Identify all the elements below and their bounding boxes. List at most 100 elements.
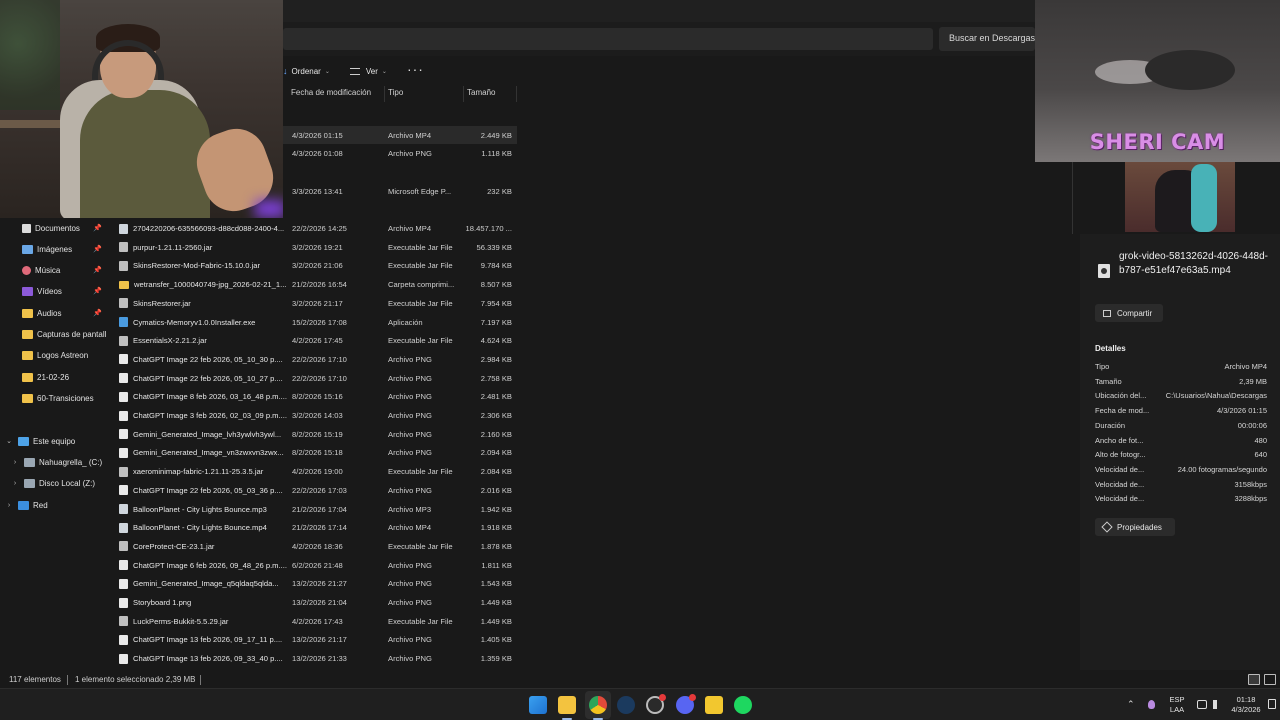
file-row[interactable]: LuckPerms-Bukkit-5.5.29.jar 4/2/2026 17:4… bbox=[115, 612, 517, 630]
address-row: Buscar en Descargas bbox=[283, 22, 1035, 56]
column-size[interactable]: Tamaño bbox=[467, 88, 495, 97]
file-row[interactable]: BalloonPlanet - City Lights Bounce.mp3 21… bbox=[115, 500, 517, 518]
sidebar-item-this-pc[interactable]: ⌄ Este equipo bbox=[4, 432, 114, 450]
sidebar-item-label: Disco Local (Z:) bbox=[39, 478, 96, 488]
chevron-down-icon[interactable]: ⌄ bbox=[4, 437, 14, 445]
search-input[interactable]: Buscar en Descargas bbox=[939, 27, 1035, 51]
chevron-up-icon[interactable]: ⌃ bbox=[1127, 699, 1135, 709]
file-size: 2.481 KB bbox=[480, 392, 512, 402]
item-count: 117 elementos bbox=[9, 675, 61, 684]
chevron-right-icon[interactable]: › bbox=[4, 502, 14, 509]
sidebar-item-network[interactable]: › Red bbox=[4, 496, 114, 514]
file-name: BalloonPlanet - City Lights Bounce.mp3 bbox=[133, 504, 267, 514]
file-date: 22/2/2026 17:03 bbox=[292, 485, 347, 495]
column-type[interactable]: Tipo bbox=[388, 88, 403, 97]
file-size: 1.918 KB bbox=[480, 523, 512, 533]
file-name: purpur-1.21.11-2560.jar bbox=[133, 242, 213, 252]
file-row[interactable]: Cymatics-Memoryv1.0.0Installer.exe 15/2/2… bbox=[115, 313, 517, 331]
file-row[interactable]: Gemini_Generated_Image_vn3zwxvn3zwx... 8/… bbox=[115, 444, 517, 462]
sidebar-item-drive-z[interactable]: › Disco Local (Z:) bbox=[10, 474, 120, 492]
chevron-right-icon[interactable]: › bbox=[10, 459, 20, 466]
computer-icon bbox=[18, 436, 29, 446]
file-row[interactable]: xaerominimap-fabric-1.21.11-25.3.5.jar 4/… bbox=[115, 463, 517, 481]
file-row[interactable]: ChatGPT Image 13 feb 2026, 09_17_11 p...… bbox=[115, 631, 517, 649]
cam-figure bbox=[1191, 164, 1217, 232]
file-row[interactable]: ChatGPT Image 8 feb 2026, 03_16_48 p.m..… bbox=[115, 388, 517, 406]
microphone-icon[interactable] bbox=[1148, 700, 1155, 709]
share-button[interactable]: Compartir bbox=[1095, 304, 1163, 322]
file-size: 1.543 KB bbox=[480, 579, 512, 589]
file-name-cell: SkinsRestorer-Mod-Fabric-15.10.0.jar bbox=[119, 260, 287, 271]
properties-button[interactable]: Propiedades bbox=[1095, 518, 1175, 536]
file-size: 1.878 KB bbox=[480, 541, 512, 551]
file-row[interactable]: Gemini_Generated_Image_q5qldaq5qlda... 13… bbox=[115, 575, 517, 593]
file-row[interactable]: SkinsRestorer-Mod-Fabric-15.10.0.jar 3/2/… bbox=[115, 257, 517, 275]
sort-button[interactable]: ↓ Ordenar ⌄ bbox=[283, 66, 330, 76]
file-row[interactable]: wetransfer_1000040749-jpg_2026-02-21_1..… bbox=[115, 276, 517, 294]
pin-icon: 📌 bbox=[93, 246, 102, 253]
file-row[interactable]: ChatGPT Image 13 feb 2026, 09_33_40 p...… bbox=[115, 650, 517, 668]
column-divider[interactable] bbox=[384, 86, 385, 102]
clock[interactable]: 01:18 4/3/2026 bbox=[1230, 695, 1262, 715]
jar-file-icon bbox=[119, 541, 128, 552]
file-row[interactable]: ChatGPT Image 22 feb 2026, 05_10_30 p...… bbox=[115, 350, 517, 368]
folder-icon bbox=[22, 308, 33, 318]
network-icon[interactable] bbox=[1197, 700, 1207, 709]
column-date[interactable]: Fecha de modificación bbox=[291, 88, 371, 97]
sidebar-item-drive-c[interactable]: › Nahuagrella_ (C:) bbox=[10, 453, 120, 471]
file-row[interactable]: CoreProtect-CE-23.1.jar 4/2/2026 18:36 Exe… bbox=[115, 537, 517, 555]
file-name-cell: BalloonPlanet - City Lights Bounce.mp4 bbox=[119, 522, 287, 533]
notification-badge bbox=[659, 694, 666, 701]
file-row[interactable]: Storyboard 1.png 13/2/2026 21:04 Archivo P… bbox=[115, 594, 517, 612]
more-options-button[interactable]: ··· bbox=[407, 62, 424, 76]
file-name: ChatGPT Image 22 feb 2026, 05_10_27 p...… bbox=[133, 373, 283, 383]
file-name: SkinsRestorer-Mod-Fabric-15.10.0.jar bbox=[133, 261, 261, 271]
second-cam-overlay: SHERI CAM bbox=[1035, 0, 1280, 162]
png-file-icon bbox=[119, 391, 128, 402]
view-button[interactable]: Ver ⌄ bbox=[349, 66, 387, 76]
details-row: Tipo Archivo MP4 bbox=[1095, 362, 1267, 376]
file-row[interactable]: EssentialsX-2.21.2.jar 4/2/2026 17:45 Exec… bbox=[115, 332, 517, 350]
pin-icon: 📌 bbox=[93, 267, 102, 274]
app-icon[interactable] bbox=[705, 696, 723, 714]
file-date: 22/2/2026 14:25 bbox=[292, 224, 347, 233]
details-value: 480 bbox=[1254, 435, 1267, 445]
column-divider[interactable] bbox=[516, 86, 517, 102]
file-row[interactable]: ChatGPT Image 6 feb 2026, 09_48_26 p.m..… bbox=[115, 556, 517, 574]
view-label: Ver bbox=[365, 66, 378, 76]
windows-start-icon[interactable] bbox=[529, 696, 547, 714]
spotify-icon[interactable] bbox=[734, 696, 752, 714]
file-row[interactable]: purpur-1.21.11-2560.jar 3/2/2026 19:21 Exe… bbox=[115, 238, 517, 256]
file-row[interactable]: ChatGPT Image 22 feb 2026, 05_10_27 p...… bbox=[115, 369, 517, 387]
file-size: 1.449 KB bbox=[480, 598, 512, 607]
notifications-icon[interactable] bbox=[1268, 699, 1276, 709]
sidebar-item-label: Red bbox=[33, 500, 48, 510]
details-view-button[interactable] bbox=[1248, 674, 1260, 685]
file-row[interactable]: SkinsRestorer.jar 3/2/2026 21:17 Executabl… bbox=[115, 294, 517, 312]
file-date: 3/2/2026 19:21 bbox=[292, 242, 343, 252]
file-size: 18.457.170 ... bbox=[465, 224, 512, 233]
volume-icon[interactable] bbox=[1213, 700, 1223, 709]
png-file-icon bbox=[119, 447, 128, 458]
file-size: 8.507 KB bbox=[480, 280, 512, 290]
mp4-file-icon bbox=[119, 522, 128, 533]
address-bar[interactable] bbox=[283, 28, 933, 50]
file-row[interactable]: 2704220206-635566093-d88cd088-2400-4... 2… bbox=[115, 220, 517, 238]
file-row[interactable]: BalloonPlanet - City Lights Bounce.mp4 21… bbox=[115, 519, 517, 537]
chrome-icon[interactable] bbox=[589, 696, 607, 714]
file-size: 232 KB bbox=[487, 186, 512, 196]
chevron-right-icon[interactable]: › bbox=[10, 480, 20, 487]
tiles-view-button[interactable] bbox=[1264, 674, 1276, 685]
file-row[interactable]: ChatGPT Image 3 feb 2026, 02_03_09 p.m..… bbox=[115, 407, 517, 425]
details-row: Velocidad de... 3288kbps bbox=[1095, 494, 1267, 508]
file-row[interactable]: Gemini_Generated_Image_lvh3ywlvh3ywl... 8… bbox=[115, 425, 517, 443]
file-row[interactable]: ChatGPT Image 22 feb 2026, 05_03_36 p...… bbox=[115, 481, 517, 499]
language-indicator[interactable]: ESP LAA bbox=[1166, 695, 1188, 715]
steam-icon[interactable] bbox=[617, 696, 635, 714]
chevron-down-icon: ⌄ bbox=[381, 68, 387, 75]
third-cam-overlay bbox=[1125, 162, 1235, 232]
details-filename: grok-video-5813262d-4026-448d-b787-e51ef… bbox=[1119, 251, 1268, 276]
column-divider[interactable] bbox=[463, 86, 464, 102]
file-explorer-icon[interactable] bbox=[558, 696, 576, 714]
details-key: Tamaño bbox=[1095, 376, 1122, 386]
